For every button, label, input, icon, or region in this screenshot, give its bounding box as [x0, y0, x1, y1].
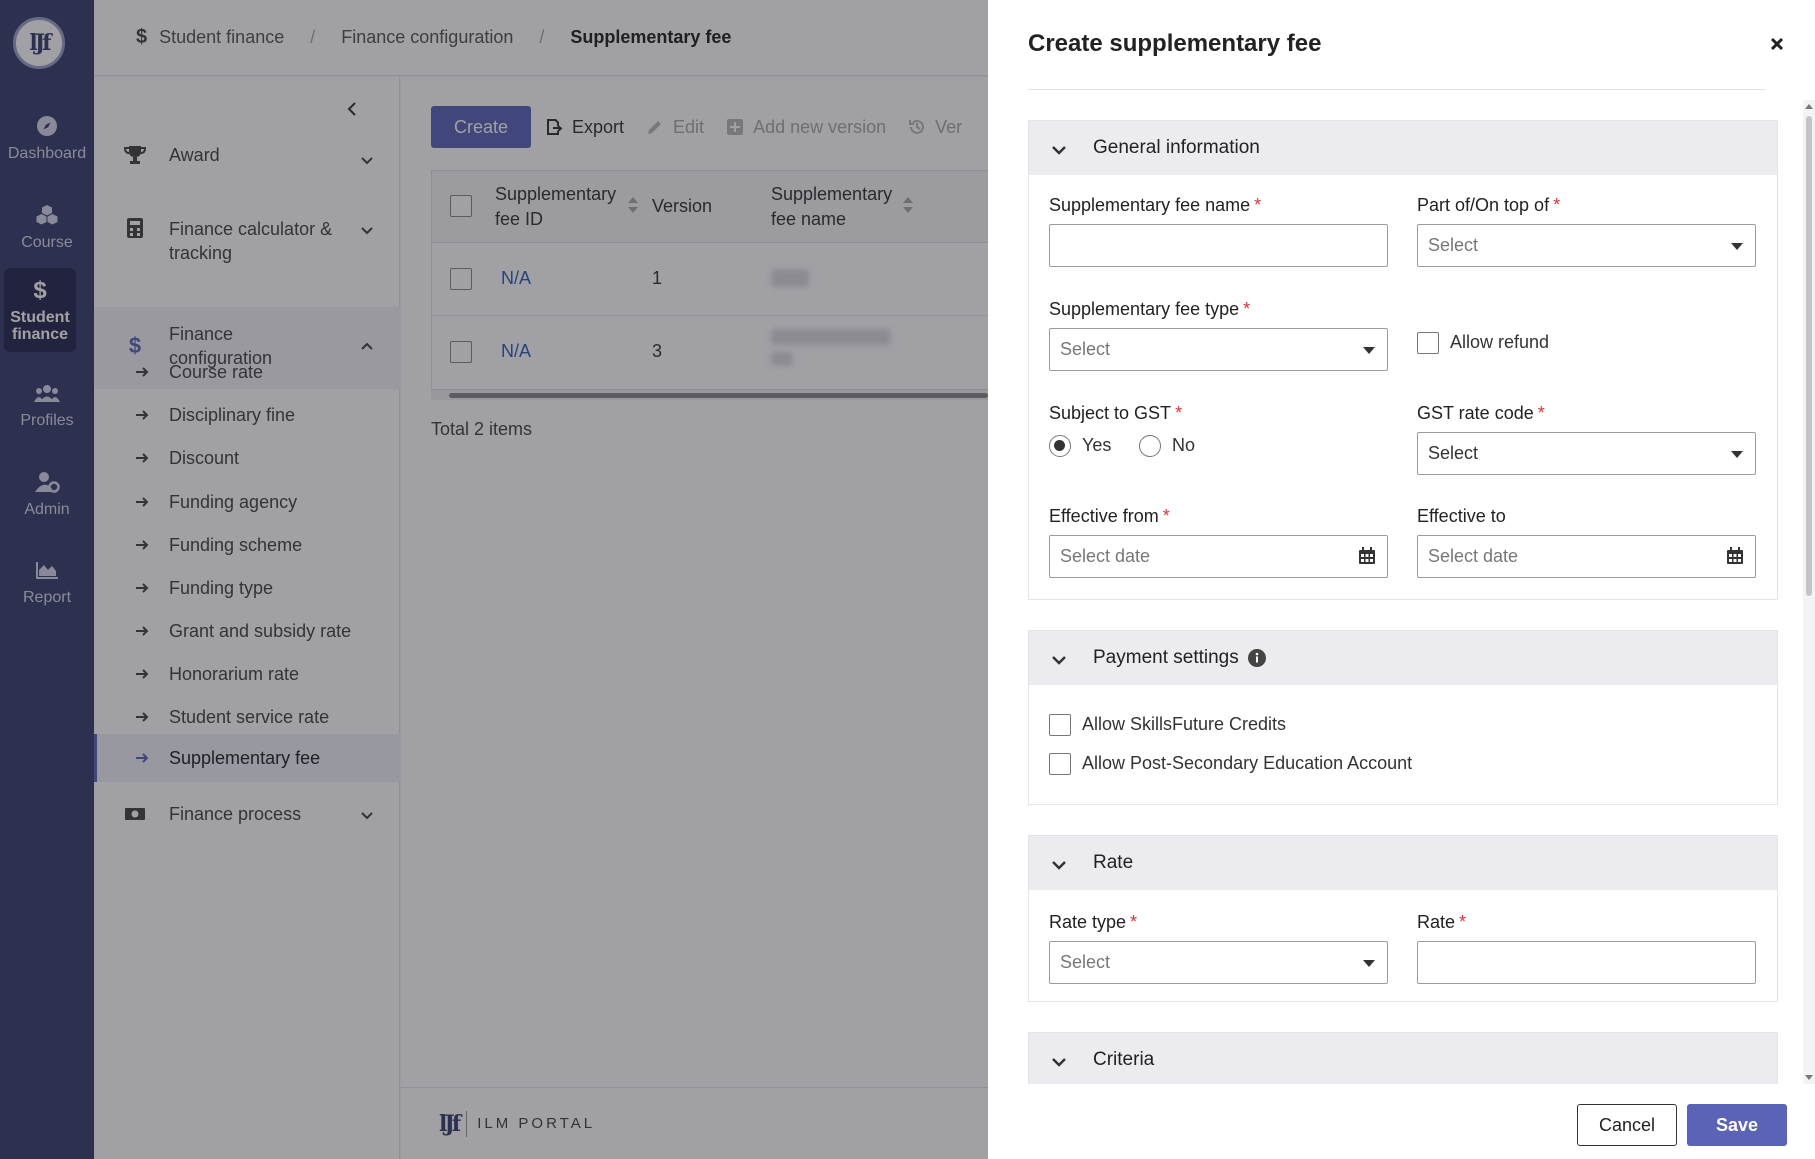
allow-refund-checkbox[interactable] — [1417, 332, 1439, 354]
divider — [1028, 89, 1765, 90]
info-icon[interactable] — [1247, 648, 1267, 674]
effective-from-label: Effective from * — [1049, 506, 1170, 526]
section-title: Rate — [1093, 852, 1134, 873]
effective-to-label: Effective to — [1417, 506, 1506, 526]
section-criteria: Criteria — [1028, 1032, 1778, 1084]
save-button[interactable]: Save — [1687, 1104, 1787, 1146]
scrollbar-thumb[interactable] — [1806, 116, 1812, 596]
scroll-up-arrow[interactable] — [1805, 104, 1813, 109]
rate-type-label: Rate type * — [1049, 912, 1138, 932]
cancel-button[interactable]: Cancel — [1577, 1104, 1677, 1146]
chevron-down-icon — [1051, 141, 1067, 155]
section-header[interactable]: General information — [1029, 121, 1777, 175]
gst-label: Subject to GST * — [1049, 403, 1183, 423]
rate-type-select[interactable]: Select — [1049, 941, 1388, 984]
fee-type-select[interactable]: Select — [1049, 328, 1388, 371]
gst-yes-label: Yes — [1082, 435, 1112, 455]
effective-from-datepicker[interactable]: Select date — [1049, 535, 1388, 578]
section-header[interactable]: Payment settings — [1029, 631, 1777, 685]
pse-account-checkbox[interactable] — [1049, 753, 1071, 775]
fee-name-label: Supplementary fee name * — [1049, 195, 1262, 215]
pse-account-label: Allow Post-Secondary Education Account — [1082, 753, 1413, 773]
caret-down-icon — [1731, 451, 1743, 458]
part-of-select[interactable]: Select — [1417, 224, 1756, 267]
create-drawer: Create supplementary fee General informa… — [988, 0, 1815, 1159]
vertical-scrollbar[interactable] — [1803, 100, 1815, 1084]
gst-rate-label: GST rate code * — [1417, 403, 1545, 423]
rate-label: Rate * — [1417, 912, 1467, 932]
chevron-down-icon — [1051, 1053, 1067, 1067]
rate-input[interactable] — [1417, 941, 1756, 984]
caret-down-icon — [1363, 960, 1375, 967]
section-general-information: General information Supplementary fee na… — [1028, 120, 1778, 600]
gst-no-radio[interactable] — [1139, 435, 1161, 457]
section-title: Payment settings — [1093, 647, 1239, 668]
scroll-down-arrow[interactable] — [1805, 1075, 1813, 1080]
caret-down-icon — [1363, 347, 1375, 354]
section-title: General information — [1093, 137, 1260, 158]
section-rate: Rate Rate type * Select Rate * — [1028, 835, 1778, 1002]
close-icon[interactable] — [1766, 33, 1788, 55]
section-payment-settings: Payment settings Allow SkillsFuture Cred… — [1028, 630, 1778, 805]
drawer-title: Create supplementary fee — [1028, 30, 1322, 57]
calendar-icon — [1727, 547, 1743, 564]
part-of-label: Part of/On top of * — [1417, 195, 1561, 215]
gst-no-label: No — [1172, 435, 1196, 455]
chevron-down-icon — [1051, 856, 1067, 870]
fee-type-label: Supplementary fee type * — [1049, 299, 1251, 319]
calendar-icon — [1359, 547, 1375, 564]
fee-name-input[interactable] — [1049, 224, 1388, 267]
effective-to-datepicker[interactable]: Select date — [1417, 535, 1756, 578]
gst-yes-radio[interactable] — [1049, 435, 1071, 457]
section-header[interactable]: Criteria — [1029, 1033, 1777, 1084]
modal-overlay[interactable] — [0, 0, 988, 1159]
caret-down-icon — [1731, 243, 1743, 250]
section-title: Criteria — [1093, 1049, 1155, 1070]
drawer-body: General information Supplementary fee na… — [1028, 120, 1788, 1084]
allow-refund-label: Allow refund — [1450, 332, 1550, 352]
skillsfuture-checkbox[interactable] — [1049, 714, 1071, 736]
chevron-down-icon — [1051, 651, 1067, 665]
gst-rate-select[interactable]: Select — [1417, 432, 1756, 475]
section-header[interactable]: Rate — [1029, 836, 1777, 890]
skillsfuture-label: Allow SkillsFuture Credits — [1082, 714, 1287, 734]
